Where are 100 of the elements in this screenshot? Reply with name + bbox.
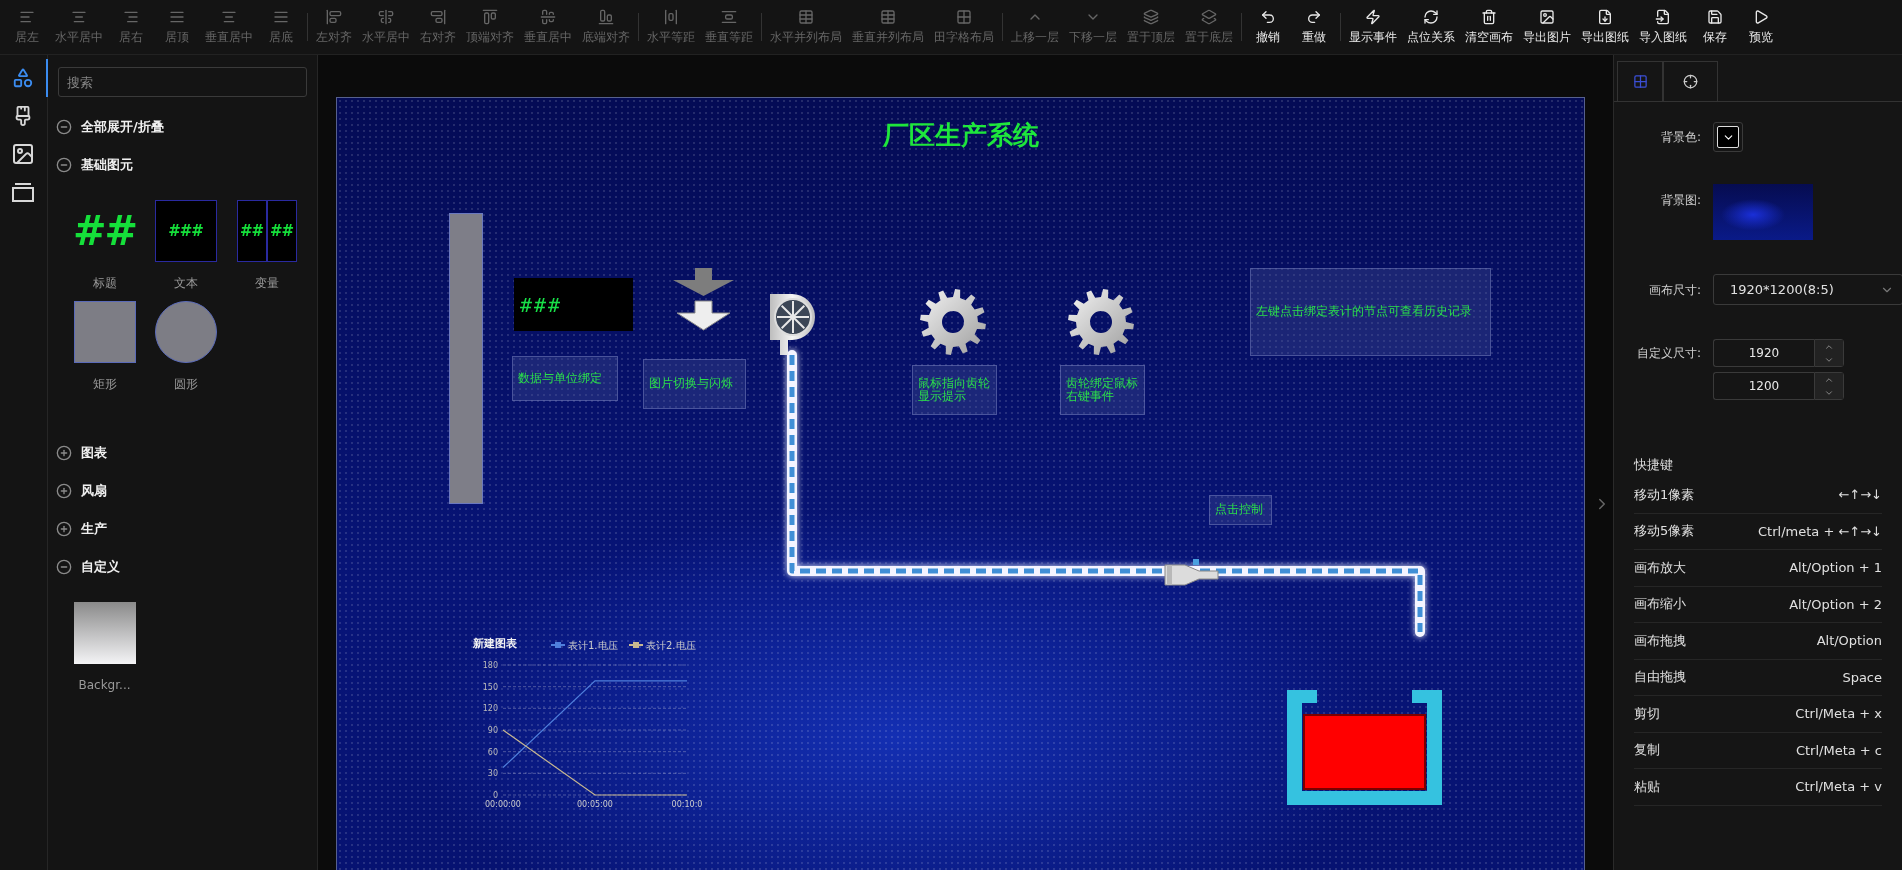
palette-label: 文本	[173, 275, 198, 292]
shortcut-keys: Alt/Option + 1	[1789, 560, 1882, 576]
axis-label: 180	[482, 661, 498, 670]
refresh-icon	[1423, 8, 1439, 25]
layers-icon	[1201, 8, 1217, 25]
grid-icon	[1632, 74, 1648, 89]
axis-label: 150	[482, 682, 498, 692]
align-bottom-icon	[598, 8, 614, 25]
toolbar-button[interactable]: 保存	[1692, 3, 1738, 51]
number-field[interactable]: 1920	[1713, 339, 1814, 367]
number-field[interactable]: 1200	[1713, 372, 1814, 400]
background-thumbnail[interactable]	[1713, 184, 1813, 240]
hash-glyph: ##	[73, 208, 136, 254]
shortcut-keys: Space	[1842, 669, 1882, 685]
canvas-size-select[interactable]: 1920*1200(8:5)	[1713, 274, 1902, 305]
field-label: 背景色:	[1659, 129, 1701, 146]
undo-icon	[1260, 8, 1276, 25]
axis-label: 0	[492, 791, 498, 800]
collapse-icon	[56, 157, 72, 173]
palette-label: 变量	[254, 275, 279, 292]
toolbar-button[interactable]: 撤销	[1245, 3, 1291, 51]
canvas-title: 厂区生产系统	[882, 120, 1039, 150]
expand-icon	[56, 445, 72, 461]
axis-label: 90	[487, 726, 498, 735]
palette-label: Backgr...	[78, 677, 131, 694]
align-top-icon	[482, 8, 498, 25]
toolbar-button[interactable]: 导出图纸	[1576, 3, 1634, 51]
redo-icon	[1306, 8, 1322, 25]
canvas-label: 数据与单位绑定	[512, 356, 618, 401]
arrow-icon	[676, 300, 731, 331]
shortcut-action: 移动1像素	[1634, 485, 1695, 504]
toolbar-button[interactable]: 导出图片	[1518, 3, 1576, 51]
section-header[interactable]: 基础图元	[48, 146, 317, 184]
file-import-icon	[1655, 8, 1671, 25]
toolbar-button[interactable]: 导入图纸	[1634, 3, 1692, 51]
shortcut-action: 粘贴	[1634, 777, 1660, 796]
shortcut-action: 画布拖拽	[1634, 631, 1686, 650]
distribute-horizontal-icon	[663, 8, 679, 25]
align-end-icon	[430, 8, 446, 25]
shortcut-keys: ←↑→↓	[1838, 487, 1882, 503]
toolbar-button[interactable]: 显示事件	[1344, 3, 1402, 51]
stack-icon	[11, 181, 35, 203]
section-header[interactable]: 风扇	[48, 472, 317, 510]
field-label: 自定义尺寸:	[1635, 345, 1701, 362]
expand-icon	[56, 521, 72, 537]
toolbar-button[interactable]: 清空画布	[1460, 3, 1518, 51]
shortcut-keys: Alt/Option + 2	[1789, 596, 1882, 612]
value-display: ###	[514, 278, 633, 331]
layers-icon	[1143, 8, 1159, 25]
variable-preview[interactable]: ##	[266, 200, 297, 262]
grid-icon	[956, 8, 972, 25]
canvas-label: 鼠标指向齿轮显示提示	[912, 365, 997, 415]
expand-icon	[56, 483, 72, 499]
align-middle-icon	[540, 8, 556, 25]
palette-label: 矩形	[92, 376, 117, 393]
canvas-label: 点击控制	[1209, 495, 1272, 525]
toolbar-button[interactable]: 预览	[1738, 3, 1784, 51]
valve-icon	[1163, 559, 1220, 586]
chart-title: 新建图表	[473, 637, 517, 650]
section-header[interactable]: 自定义	[48, 548, 317, 586]
search-field[interactable]: 搜索	[58, 67, 307, 97]
crosshair-icon	[1683, 74, 1698, 89]
image-thumbnail[interactable]	[73, 602, 136, 664]
palette-label: 标题	[92, 275, 117, 292]
shortcut-keys: Ctrl/Meta + v	[1795, 779, 1882, 795]
variable-preview[interactable]: ##	[236, 200, 267, 262]
canvas-label: 齿轮绑定鼠标右键事件	[1060, 365, 1145, 415]
toolbar-button[interactable]: 点位关系	[1402, 3, 1460, 51]
field-label: 背景图:	[1659, 192, 1701, 209]
shortcut-action: 画布缩小	[1634, 595, 1686, 614]
align-start-icon	[326, 8, 342, 25]
shortcut-action: 移动5像素	[1634, 522, 1695, 541]
axis-label: 30	[487, 769, 498, 779]
toolbar-button[interactable]: 重做	[1291, 3, 1337, 51]
shortcut-action: 自由拖拽	[1634, 668, 1686, 687]
distribute-vertical-icon	[721, 8, 737, 25]
play-icon	[1753, 8, 1769, 25]
section-header[interactable]: 生产	[48, 510, 317, 548]
color-picker[interactable]	[1713, 122, 1743, 152]
shortcut-keys: Alt/Option	[1816, 633, 1882, 649]
section-header[interactable]: 图表	[48, 434, 317, 472]
text-preview[interactable]: ###	[154, 200, 217, 262]
shortcut-action: 复制	[1634, 741, 1660, 760]
canvas-label: 左键点击绑定表计的节点可查看历史记录	[1250, 268, 1491, 356]
image-icon	[1539, 8, 1555, 25]
collapse-icon	[56, 119, 72, 135]
axis-label: 00:00:00	[485, 800, 521, 809]
section-header[interactable]: 全部展开/折叠	[48, 108, 317, 146]
arrow-icon	[673, 268, 734, 296]
shapes-icon	[12, 67, 34, 89]
shortcut-action: 画布放大	[1634, 558, 1686, 577]
trash-icon	[1481, 8, 1497, 25]
palette-label: 圆形	[173, 376, 198, 393]
shortcut-action: 剪切	[1634, 704, 1660, 723]
panel-tab[interactable]	[1663, 61, 1718, 101]
lightning-icon	[1365, 8, 1381, 25]
legend-label: 表计1.电压	[568, 640, 618, 651]
image-icon	[11, 142, 35, 166]
shortcut-keys: Ctrl/Meta + x	[1795, 706, 1882, 722]
axis-label: 00:10:0	[671, 800, 703, 809]
